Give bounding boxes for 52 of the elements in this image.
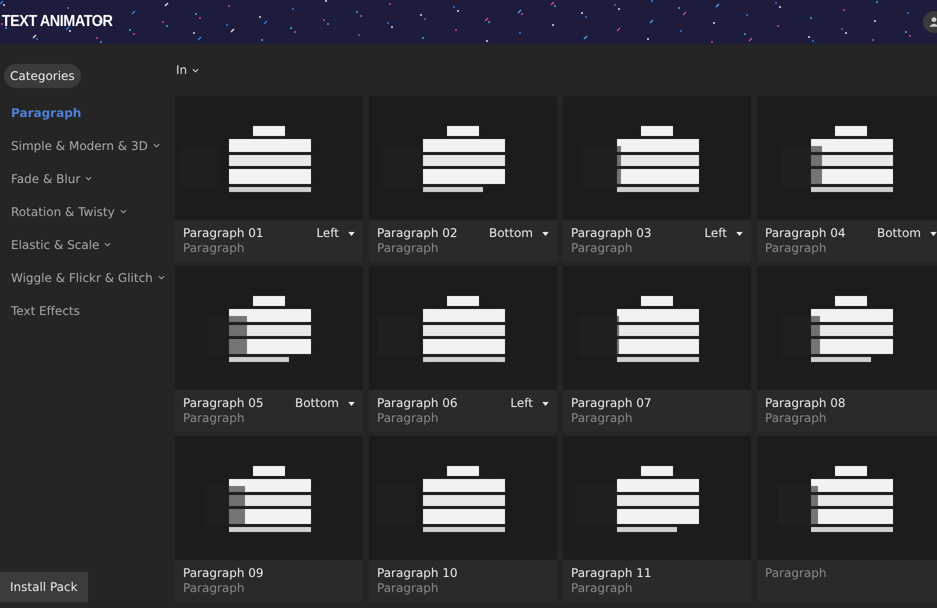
direction-dropdown[interactable]: Bottom bbox=[488, 226, 549, 241]
direction-dropdown[interactable]: Bottom bbox=[294, 396, 355, 411]
preset-category: Paragraph bbox=[765, 566, 826, 581]
chevron-down-icon bbox=[120, 209, 127, 214]
category-item[interactable]: Rotation & Twisty bbox=[4, 195, 172, 228]
preset-category: Paragraph bbox=[377, 241, 440, 256]
category-item[interactable]: Text Effects bbox=[4, 294, 172, 327]
preset-title: Paragraph 07 bbox=[571, 396, 652, 411]
chevron-down-icon bbox=[152, 143, 160, 148]
preset-title: Paragraph 05 bbox=[183, 396, 264, 411]
direction-dropdown[interactable]: Left bbox=[316, 226, 355, 241]
category-item[interactable]: Fade & Blur bbox=[4, 162, 172, 195]
preset-category: Paragraph bbox=[183, 581, 246, 596]
app-title: TEXT ANIMATOR bbox=[0, 13, 112, 31]
caret-down-icon bbox=[930, 232, 937, 236]
chevron-down-icon bbox=[104, 242, 112, 247]
caret-down-icon bbox=[348, 232, 355, 236]
preset-title: Paragraph 04 bbox=[765, 226, 846, 241]
preset-category: Paragraph bbox=[571, 241, 634, 256]
chevron-down-icon bbox=[192, 68, 200, 72]
chevron-down-icon bbox=[85, 176, 92, 181]
direction-dropdown[interactable]: Bottom bbox=[876, 226, 937, 241]
preset-title: Paragraph 03 bbox=[571, 226, 652, 241]
preset-category: Paragraph bbox=[377, 411, 440, 426]
caret-down-icon bbox=[736, 232, 743, 236]
category-item[interactable]: Wiggle & Flickr & Glitch bbox=[4, 261, 172, 294]
caret-down-icon bbox=[542, 402, 549, 406]
direction-dropdown[interactable]: Left bbox=[510, 396, 549, 411]
preset-title: Paragraph 09 bbox=[183, 566, 264, 581]
preset-title: Paragraph 01 bbox=[183, 226, 264, 241]
preset-category: Paragraph bbox=[765, 411, 828, 426]
caret-down-icon bbox=[348, 402, 355, 406]
categories-label: Categories bbox=[4, 64, 81, 88]
preset-title: Paragraph 06 bbox=[377, 396, 458, 411]
preset-category: Paragraph bbox=[765, 241, 828, 256]
preset-title: Paragraph 08 bbox=[765, 396, 846, 411]
direction-dropdown[interactable]: Left bbox=[704, 226, 743, 241]
preset-title: Paragraph 11 bbox=[571, 566, 652, 581]
preset-category: Paragraph bbox=[571, 581, 634, 596]
preset-title: Paragraph 02 bbox=[377, 226, 458, 241]
caret-down-icon bbox=[542, 232, 549, 236]
direction-filter-dropdown[interactable]: In bbox=[175, 63, 200, 77]
preset-category: Paragraph bbox=[183, 241, 246, 256]
category-item[interactable]: Elastic & Scale bbox=[4, 228, 172, 261]
preset-category: Paragraph bbox=[183, 411, 246, 426]
preset-category: Paragraph bbox=[571, 411, 634, 426]
preset-category: Paragraph bbox=[377, 581, 440, 596]
category-item[interactable]: Paragraph bbox=[4, 96, 172, 129]
chevron-down-icon bbox=[158, 275, 165, 280]
category-item[interactable]: Simple & Modern & 3D bbox=[4, 129, 172, 162]
install-pack-button[interactable]: Install Pack bbox=[0, 572, 88, 602]
preset-title: Paragraph 10 bbox=[377, 566, 458, 581]
